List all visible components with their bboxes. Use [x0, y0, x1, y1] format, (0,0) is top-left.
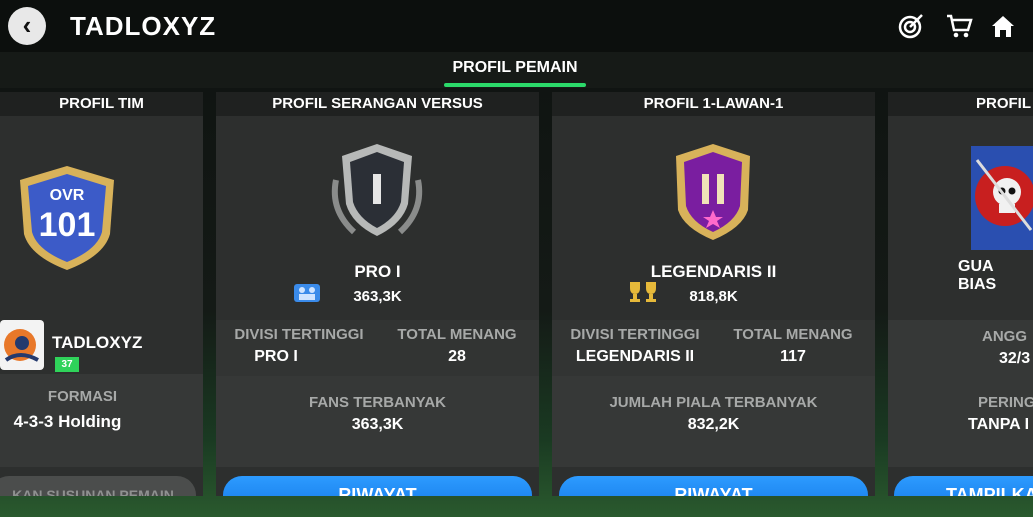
h2h-total-win-value: 117 [780, 348, 806, 365]
page-title: TADLOXYZ [70, 11, 217, 41]
team-crest-icon [0, 320, 44, 370]
versus-history-button[interactable]: RIWAYAT [223, 476, 532, 496]
versus-fans-label: FANS TERBANYAK [309, 394, 446, 411]
h2h-points: 818,8K [689, 288, 738, 305]
team-card-title: PROFIL TIM [0, 92, 203, 116]
league-card-title: PROFIL [888, 92, 1033, 116]
versus-total-win-value: 28 [448, 348, 466, 365]
ovr-label: OVR [50, 187, 85, 204]
h2h-profile-card: PROFIL 1-LAWAN-1 LEGENDARIS II 818,8K DI… [552, 92, 875, 496]
top-bar: ‹ TADLOXYZ [0, 0, 1033, 52]
target-icon[interactable] [897, 12, 925, 40]
versus-rank: PRO I [354, 262, 401, 281]
league-member-label: ANGG [982, 328, 1027, 345]
league-rank-label: PERING [978, 394, 1033, 411]
formation-value: 4-3-3 Holding [13, 412, 122, 431]
cart-icon[interactable] [945, 12, 973, 40]
tab-active-indicator [444, 83, 586, 87]
versus-points: 363,3K [353, 288, 402, 305]
team-name: TADLOXYZ [52, 333, 143, 352]
formation-label: FORMASI [47, 388, 118, 405]
pro-rank-emblem-icon [331, 144, 423, 236]
level-badge: 37 [55, 357, 79, 372]
h2h-card-title: PROFIL 1-LAWAN-1 [552, 92, 875, 116]
active-lineup-button[interactable]: KAN SUSUNAN PEMAIN AKTIF [0, 476, 196, 496]
h2h-trophy-value: 832,2K [687, 416, 740, 433]
versus-fans-value: 363,3K [351, 416, 404, 433]
league-show-button[interactable]: TAMPILKA [894, 476, 1033, 496]
h2h-rank: LEGENDARIS II [650, 262, 777, 281]
league-crest-icon [971, 146, 1033, 250]
ovr-value: 101 [39, 206, 96, 244]
h2h-highest-div-label: DIVISI TERTINGGI [570, 326, 700, 343]
h2h-history-button[interactable]: RIWAYAT [559, 476, 868, 496]
legend-rank-emblem-icon [676, 144, 750, 240]
versus-card-title: PROFIL SERANGAN VERSUS [216, 92, 539, 116]
tab-bar: PROFIL PEMAIN [0, 52, 1033, 88]
league-profile-card: PROFIL GUA BIAS ANGG 32/3 PERING TANPA I… [888, 92, 1033, 496]
versus-highest-div-value: PRO I [254, 348, 298, 365]
versus-profile-card: PROFIL SERANGAN VERSUS PRO I 363,3K DIVI… [216, 92, 539, 496]
league-rank-value: TANPA I [968, 416, 1030, 433]
h2h-highest-div-value: LEGENDARIS II [575, 348, 695, 365]
versus-highest-div-label: DIVISI TERTINGGI [234, 326, 364, 343]
h2h-trophy-label: JUMLAH PIALA TERBANYAK [609, 394, 818, 411]
team-profile-card: PROFIL TIM OVR 101 TADLOXYZ 37 FORMASI 4… [0, 92, 203, 496]
h2h-total-win-label: TOTAL MENANG [733, 326, 853, 343]
ovr-badge-icon: OVR 101 [20, 166, 114, 270]
versus-total-win-label: TOTAL MENANG [397, 326, 517, 343]
tab-profil-pemain[interactable]: PROFIL PEMAIN [444, 59, 586, 77]
home-icon[interactable] [989, 12, 1017, 40]
back-button[interactable]: ‹ [8, 7, 46, 45]
league-name: GUA BIAS [958, 258, 997, 293]
league-member-value: 32/3 [999, 350, 1031, 367]
